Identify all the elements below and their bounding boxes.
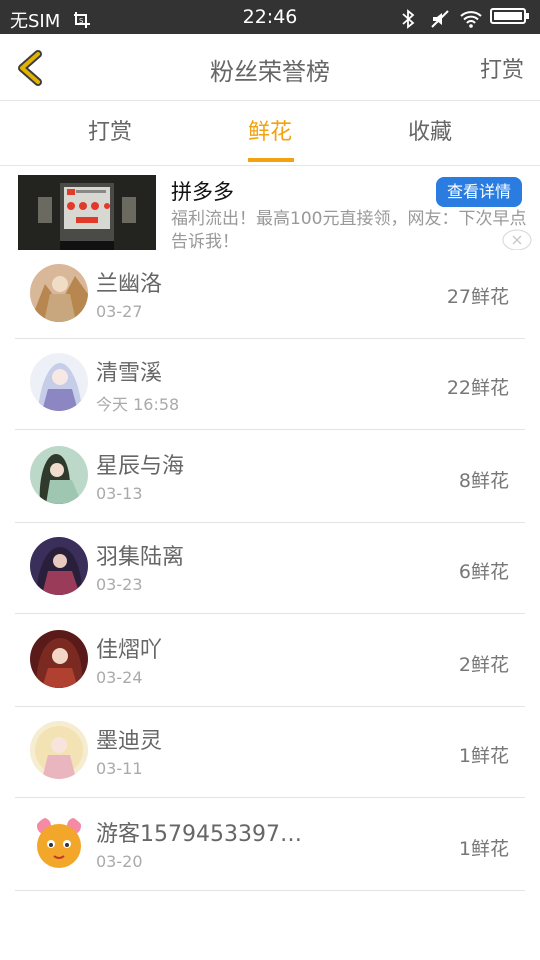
status-bar: 无SIM S 22:46 (0, 0, 540, 34)
list-item[interactable]: 星辰与海 03-13 8鲜花 (15, 430, 525, 523)
bluetooth-icon (400, 8, 420, 29)
avatar (30, 630, 88, 688)
fan-name: 清雪溪 (96, 361, 163, 386)
avatar (30, 537, 88, 595)
fan-name: 星辰与海 (96, 454, 185, 479)
tab-flowers[interactable]: 鲜花 (180, 101, 360, 165)
list-item[interactable]: 游客1579453397… 03-20 1鲜花 (15, 798, 525, 891)
fan-name: 墨迪灵 (96, 729, 163, 754)
fan-name: 兰幽洛 (96, 272, 163, 297)
list-item[interactable]: 羽集陆离 03-23 6鲜花 (15, 523, 525, 614)
nav-header: 粉丝荣誉榜 打赏 (0, 34, 540, 101)
fan-name: 羽集陆离 (96, 545, 185, 570)
page-title: 粉丝荣誉榜 (210, 58, 330, 86)
fan-list: 兰幽洛 03-27 27鲜花 清雪溪 今天 16:58 22鲜花 星辰与海 03… (15, 250, 525, 891)
ad-banner[interactable]: 拼多多 查看详情 福利流出！最高100元直接领，网友：下次早点告诉我！ (0, 166, 540, 260)
list-item[interactable]: 兰幽洛 03-27 27鲜花 (15, 250, 525, 339)
close-icon (502, 229, 532, 251)
avatar (30, 353, 88, 411)
flower-count: 2鲜花 (458, 654, 509, 676)
fan-date: 03-23 (96, 575, 143, 594)
ad-title: 拼多多 (171, 180, 234, 204)
fan-date: 今天 16:58 (96, 395, 180, 414)
fan-name: 佳熠吖 (96, 638, 163, 663)
active-tab-indicator (248, 158, 294, 162)
fan-date: 03-20 (96, 852, 143, 871)
ad-close-button[interactable] (502, 229, 532, 251)
battery-icon (490, 6, 530, 31)
fan-date: 03-13 (96, 484, 143, 503)
reward-button[interactable]: 打赏 (480, 52, 524, 84)
flower-count: 6鲜花 (458, 561, 509, 583)
tab-favorites[interactable]: 收藏 (340, 101, 520, 165)
wifi-icon (460, 9, 482, 29)
ad-image (18, 175, 156, 256)
fan-name: 游客1579453397… (96, 822, 302, 847)
ad-view-details-button[interactable]: 查看详情 (436, 177, 522, 207)
mute-icon (430, 9, 450, 29)
tab-flowers-label: 鲜花 (247, 120, 292, 145)
fan-date: 03-24 (96, 668, 143, 687)
list-item[interactable]: 佳熠吖 03-24 2鲜花 (15, 614, 525, 707)
avatar (30, 721, 88, 779)
avatar (30, 814, 88, 872)
flower-count: 1鲜花 (458, 745, 509, 767)
tab-reward[interactable]: 打赏 (20, 101, 200, 165)
fan-date: 03-27 (96, 302, 143, 321)
ad-description: 福利流出！最高100元直接领，网友：下次早点告诉我！ (171, 209, 527, 252)
tab-bar: 打赏 鲜花 收藏 (0, 101, 540, 166)
list-item[interactable]: 清雪溪 今天 16:58 22鲜花 (15, 339, 525, 430)
flower-count: 8鲜花 (458, 470, 509, 492)
avatar (30, 264, 88, 322)
fan-date: 03-11 (96, 759, 143, 778)
flower-count: 27鲜花 (446, 286, 509, 308)
avatar (30, 446, 88, 504)
flower-count: 1鲜花 (458, 838, 509, 860)
flower-count: 22鲜花 (446, 377, 509, 399)
list-item[interactable]: 墨迪灵 03-11 1鲜花 (15, 707, 525, 798)
